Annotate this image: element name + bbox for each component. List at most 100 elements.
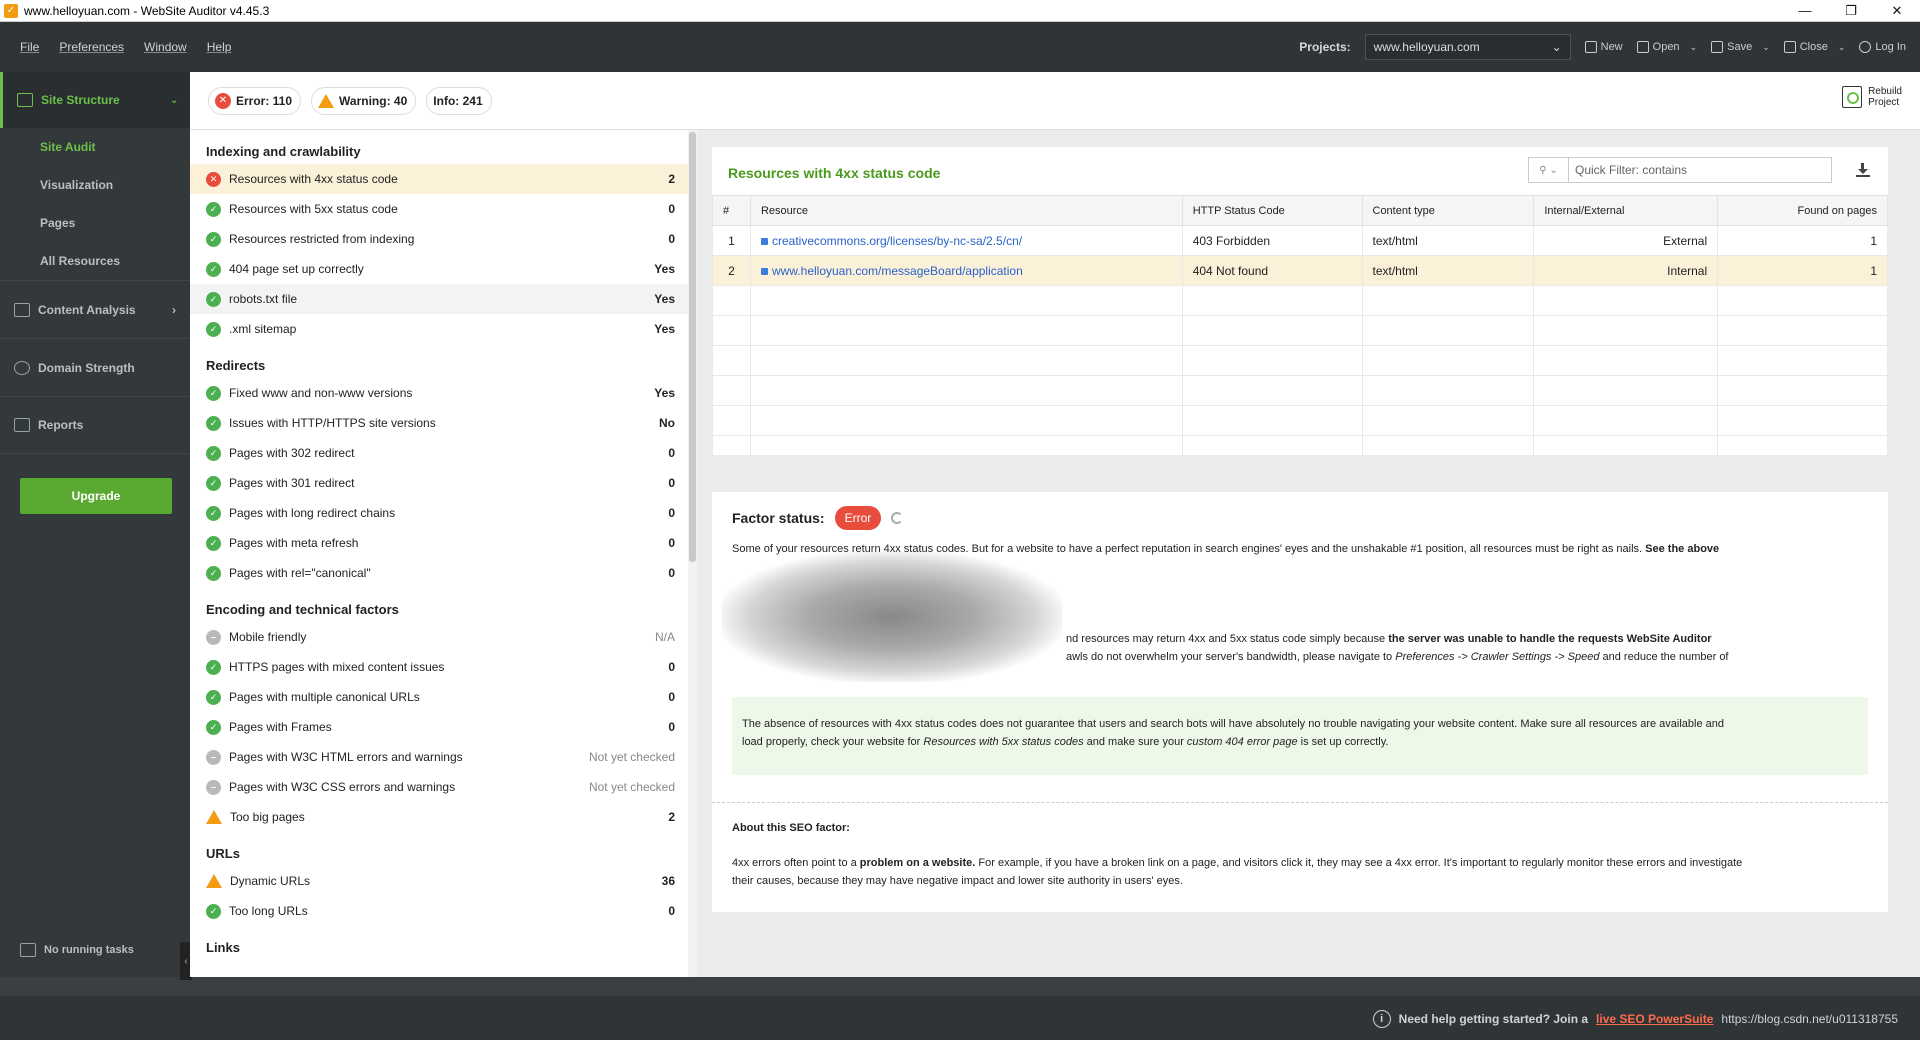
factor-list: Indexing and crawlability ✕ Resources with… [190, 130, 697, 977]
column-header[interactable]: HTTP Status Code [1181, 195, 1363, 226]
factor-label: Issues with HTTP/HTTPS site versions [229, 416, 436, 430]
gauge-icon [14, 360, 30, 375]
sidebar-item-site-structure[interactable]: Site Structure ⌄ [0, 72, 190, 128]
sidebar-item-domain-strength[interactable]: Domain Strength [0, 338, 190, 396]
folder-icon [1636, 41, 1649, 53]
factor-row[interactable]: ✓ Issues with HTTP/HTTPS site versions No [190, 408, 697, 438]
search-icon[interactable]: ⚲ ⌄ [1529, 158, 1569, 182]
sidebar-item-all-resources[interactable]: All Resources [0, 242, 190, 280]
factor-row[interactable]: ✓ Too long URLs 0 [190, 896, 697, 926]
factor-row[interactable]: – Pages with W3C HTML errors and warnings… [190, 742, 697, 772]
window-title: www.helloyuan.com - WebSite Auditor v4.4… [24, 3, 270, 18]
sidebar-item-site-audit[interactable]: Site Audit [0, 128, 190, 166]
menu-window[interactable]: Window [144, 40, 187, 54]
resource-link[interactable]: www.helloyuan.com/messageBoard/applicati… [772, 264, 1023, 278]
quick-filter[interactable]: ⚲ ⌄ Quick Filter: contains [1528, 157, 1832, 183]
column-header[interactable]: Internal/External [1533, 195, 1719, 226]
factor-row[interactable]: ✓ Pages with long redirect chains 0 [190, 498, 697, 528]
table-row[interactable]: 2 www.helloyuan.com/messageBoard/applicat… [712, 255, 1888, 286]
table-cell: 403 Forbidden [1181, 225, 1363, 256]
factor-label: Pages with Frames [229, 720, 332, 734]
factor-row[interactable]: ✓ Pages with meta refresh 0 [190, 528, 697, 558]
factor-group-title[interactable]: Indexing and crawlability [190, 136, 697, 164]
warning-count-badge[interactable]: Warning: 40 [311, 86, 417, 115]
resource-link[interactable]: creativecommons.org/licenses/by-nc-sa/2.… [772, 234, 1022, 248]
factor-row[interactable]: – Mobile friendly N/A [190, 622, 697, 652]
factor-row[interactable]: ✓ robots.txt file Yes [190, 284, 697, 314]
info-count-badge[interactable]: iInfo: 241 [426, 86, 1888, 912]
table-cell [1717, 285, 1888, 316]
factor-row[interactable]: ✕ Resources with 4xx status code 2 [190, 164, 697, 194]
column-header[interactable]: Content type [1361, 195, 1535, 226]
pane-splitter[interactable] [697, 130, 710, 977]
factor-label: Too big pages [230, 810, 305, 824]
factor-row[interactable]: ✓ Pages with multiple canonical URLs 0 [190, 682, 697, 712]
factor-value: 0 [668, 446, 675, 460]
factor-value: Yes [654, 292, 675, 306]
factor-row[interactable]: ✓ HTTPS pages with mixed content issues 0 [190, 652, 697, 682]
factor-group-title[interactable]: Links [190, 932, 697, 960]
factor-row[interactable]: ✓ Pages with rel="canonical" 0 [190, 558, 697, 588]
factor-row[interactable]: ✓ 404 page set up correctly Yes [190, 254, 697, 284]
chevron-down-icon: ⌄ [1762, 41, 1770, 52]
sidebar-item-reports[interactable]: Reports [0, 396, 190, 454]
factor-label: Fixed www and non-www versions [229, 386, 413, 400]
content-analysis-icon [14, 302, 30, 317]
error-count-badge[interactable]: ✕ Error: 110 [208, 86, 302, 115]
minimize-button[interactable]: — [1782, 0, 1828, 22]
upgrade-button[interactable]: Upgrade [20, 478, 172, 514]
close-window-button[interactable]: ✕ [1874, 0, 1920, 22]
table-cell [749, 345, 1183, 376]
new-button[interactable]: New [1584, 41, 1623, 53]
table-cell [1181, 285, 1363, 316]
factor-group-title[interactable]: Redirects [190, 350, 697, 378]
menu-preferences[interactable]: Preferences [59, 40, 124, 54]
refresh-icon[interactable] [891, 512, 904, 524]
login-button[interactable]: Log In [1859, 41, 1906, 53]
chevron-down-icon: ⌄ [1837, 41, 1846, 52]
table-row[interactable]: 1 creativecommons.org/licenses/by-nc-sa/2… [712, 225, 1888, 256]
running-tasks[interactable]: No running tasks [20, 943, 134, 957]
factor-row[interactable]: – Pages with W3C CSS errors and warnings N… [190, 772, 697, 802]
factor-row[interactable]: ✓ Fixed www and non-www versions Yes [190, 378, 697, 408]
menu-bar: File Preferences Window Help Projects: w… [0, 22, 1920, 72]
open-button[interactable]: Open ⌄ [1636, 41, 1697, 53]
check-circle-icon: ✓ [206, 385, 221, 401]
save-button[interactable]: Save ⌄ [1711, 41, 1770, 53]
factor-group-title[interactable]: URLs [190, 838, 697, 866]
factor-row[interactable]: Too big pages 2 [190, 802, 697, 832]
table-cell [1717, 405, 1888, 436]
sidebar-item-pages[interactable]: Pages [0, 204, 190, 242]
factor-row[interactable]: ✓ Resources with 5xx status code 0 [190, 194, 697, 224]
new-label: New [1600, 41, 1623, 53]
column-header[interactable]: # [712, 195, 751, 226]
chevron-down-icon: ⌄ [170, 94, 179, 106]
factor-row[interactable]: ✓ Resources restricted from indexing 0 [190, 224, 697, 254]
factor-value: 0 [668, 476, 675, 490]
close-project-button[interactable]: Close ⌄ [1783, 41, 1846, 53]
factor-row[interactable]: ✓ Pages with 302 redirect 0 [190, 438, 697, 468]
sidebar-item-visualization[interactable]: Visualization [0, 166, 190, 204]
project-select[interactable]: www.helloyuan.com ⌄ [1364, 34, 1571, 60]
menu-file[interactable]: File [20, 40, 39, 54]
factor-list-scrollbar[interactable] [688, 130, 697, 977]
new-file-icon [1584, 41, 1597, 53]
download-icon[interactable] [1856, 163, 1870, 177]
quick-filter-input[interactable]: Quick Filter: contains [1569, 163, 1687, 177]
factor-row[interactable]: Dynamic URLs 36 [190, 866, 697, 896]
factor-value: No [659, 416, 675, 430]
sidebar-item-content-analysis[interactable]: Content Analysis › [0, 280, 190, 338]
factor-value: 0 [668, 506, 675, 520]
factor-row[interactable]: ✓ .xml sitemap Yes [190, 314, 697, 344]
webinar-link[interactable]: live SEO PowerSuite [1596, 1012, 1713, 1026]
scroll-thumb[interactable] [689, 132, 696, 562]
menu-help[interactable]: Help [207, 40, 232, 54]
rebuild-project-button[interactable]: Rebuild Project [1842, 86, 1902, 108]
column-header[interactable]: Found on pages [1717, 195, 1888, 226]
factor-row[interactable]: ✓ Pages with Frames 0 [190, 712, 697, 742]
column-header[interactable]: Resource [749, 195, 1183, 226]
factor-group-title[interactable]: Encoding and technical factors [190, 594, 697, 622]
factor-value: 0 [668, 536, 675, 550]
maximize-button[interactable]: ❐ [1828, 0, 1874, 22]
factor-row[interactable]: ✓ Pages with 301 redirect 0 [190, 468, 697, 498]
